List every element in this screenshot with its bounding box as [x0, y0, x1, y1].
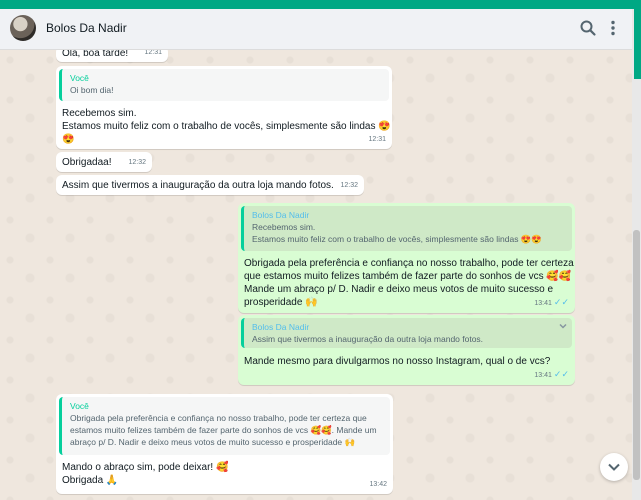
quoted-message[interactable]: Bolos Da Nadir Assim que tivermos a inau…: [241, 318, 572, 348]
message-text: Recebemos sim.: [62, 108, 137, 119]
menu-icon[interactable]: [603, 18, 623, 38]
message-incoming[interactable]: Obrigadaa! 12:32: [56, 152, 152, 172]
chevron-down-icon[interactable]: [558, 321, 568, 331]
read-checks-icon: ✓✓: [553, 297, 569, 307]
avatar[interactable]: [10, 15, 36, 41]
quote-text: Assim que tivermos a inauguração da outr…: [252, 334, 484, 344]
quote-author: Bolos Da Nadir: [252, 322, 310, 332]
quote-author: Você: [70, 73, 89, 83]
message-outgoing[interactable]: Bolos Da Nadir Assim que tivermos a inau…: [238, 315, 575, 385]
message-incoming[interactable]: Você Obrigada pela preferência e confian…: [56, 394, 393, 494]
message-text: 😍: [62, 134, 75, 145]
message-text: Mande mesmo para divulgarmos no nosso In…: [244, 356, 551, 367]
quote-text: abraço p/ D. Nadir e deixo meus votos de…: [70, 437, 356, 447]
quote-text: Recebemos sim.: [252, 222, 316, 232]
message-text: Obrigadaa!: [62, 157, 112, 168]
message-time: 13:41 ✓✓: [534, 296, 569, 310]
quote-text: Oi bom dia!: [70, 85, 114, 95]
message-text: Mando o abraço sim, pode deixar! 🥰: [62, 462, 229, 473]
quote-text: Estamos muito feliz com o trabalho de vo…: [252, 234, 542, 244]
message-text: Obrigada 🙏: [62, 475, 119, 486]
quote-author: Bolos Da Nadir: [252, 210, 310, 220]
chevron-down-icon: [608, 463, 620, 471]
quote-text: estamos muito felizes também de fazer pa…: [70, 425, 377, 435]
message-time: 13:42: [369, 481, 387, 488]
message-text: prosperidade 🙌: [244, 297, 318, 308]
message-time: 12:31: [368, 136, 386, 143]
quote-text: Obrigada pela preferência e confiança no…: [70, 413, 367, 423]
message-time: 13:41 ✓✓: [534, 368, 569, 382]
quoted-message[interactable]: Você Obrigada pela preferência e confian…: [59, 397, 390, 455]
quoted-message[interactable]: Bolos Da Nadir Recebemos sim. Estamos mu…: [241, 206, 572, 251]
message-text: que estamos muito felizes também de faze…: [244, 271, 572, 282]
message-time-value: 13:41: [534, 372, 552, 379]
message-incoming[interactable]: Olá, boa tarde! 12:31: [56, 50, 168, 62]
message-text: Olá, boa tarde!: [62, 50, 129, 59]
message-time: 12:32: [128, 159, 146, 166]
message-list[interactable]: Olá, boa tarde! 12:31 Você Oi bom dia! R…: [0, 50, 632, 500]
message-time: 12:31: [144, 50, 162, 56]
message-text: Estamos muito feliz com o trabalho de vo…: [62, 121, 391, 132]
message-text: Obrigada pela preferência e confiança no…: [244, 258, 574, 269]
message-incoming[interactable]: Você Oi bom dia! Recebemos sim. Estamos …: [56, 66, 392, 149]
message-time: 12:32: [340, 182, 358, 189]
quote-author: Você: [70, 401, 89, 411]
scroll-down-button[interactable]: [600, 453, 628, 481]
read-checks-icon: ✓✓: [553, 369, 569, 379]
chat-header: Bolos Da Nadir: [0, 9, 632, 50]
message-outgoing[interactable]: Bolos Da Nadir Recebemos sim. Estamos mu…: [238, 203, 575, 313]
message-time-value: 13:41: [534, 300, 552, 307]
message-incoming[interactable]: Assim que tivermos a inauguração da outr…: [56, 175, 364, 195]
quoted-message[interactable]: Você Oi bom dia!: [59, 69, 389, 101]
message-text: Assim que tivermos a inauguração da outr…: [62, 180, 334, 191]
window-right-accent: [634, 9, 641, 79]
search-icon[interactable]: [578, 18, 598, 38]
window-top-accent: [0, 0, 641, 9]
message-text: Mande um abraço p/ D. Nadir e deixo meus…: [244, 284, 554, 295]
scrollbar-thumb[interactable]: [633, 230, 640, 480]
contact-name[interactable]: Bolos Da Nadir: [46, 21, 127, 35]
